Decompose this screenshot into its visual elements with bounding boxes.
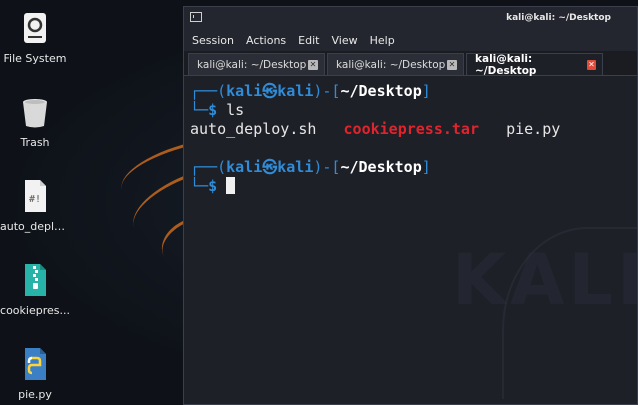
kali-watermark: KALI bbox=[451, 239, 638, 321]
prompt-mid: )-[ bbox=[313, 158, 341, 176]
close-icon[interactable]: ✕ bbox=[447, 59, 457, 70]
menu-help[interactable]: Help bbox=[370, 34, 395, 47]
prompt-path: ~/Desktop bbox=[340, 82, 422, 100]
prompt-branch: └─ bbox=[190, 177, 209, 195]
tab-bar: kali@kali: ~/Desktop ✕ kali@kali: ~/Desk… bbox=[184, 51, 637, 77]
prompt-path: ~/Desktop bbox=[340, 158, 422, 176]
desktop-icon-auto-deploy[interactable]: #! auto_deplo... bbox=[0, 178, 70, 233]
tab-1[interactable]: kali@kali: ~/Desktop ✕ bbox=[188, 53, 325, 75]
terminal-output[interactable]: ┌──(kali㉿kali)-[~/Desktop] └─$ ls auto_d… bbox=[184, 76, 637, 196]
menu-edit[interactable]: Edit bbox=[298, 34, 319, 47]
archive-file-icon bbox=[25, 264, 46, 296]
tab-label: kali@kali: ~/Desktop bbox=[475, 52, 537, 77]
prompt-close: ] bbox=[421, 158, 431, 176]
desktop-icon-cookiepress[interactable]: cookiepres... bbox=[0, 262, 70, 317]
command-line: └─$ ls bbox=[190, 101, 244, 119]
prompt-open: ┌──( bbox=[190, 82, 227, 100]
desktop: File System Trash #! auto_deplo... cooki… bbox=[0, 0, 638, 405]
prompt-user: kali㉿kali bbox=[226, 158, 314, 176]
terminal-icon bbox=[190, 12, 202, 22]
close-icon[interactable]: ✕ bbox=[308, 59, 318, 70]
prompt-user: kali㉿kali bbox=[226, 82, 314, 100]
prompt-close: ] bbox=[421, 82, 431, 100]
tab-label: kali@kali: ~/Desktop bbox=[197, 58, 307, 71]
python-file-icon bbox=[25, 348, 46, 380]
menu-session[interactable]: Session bbox=[192, 34, 234, 47]
prompt-dollar: $ bbox=[208, 177, 218, 195]
tab-3-active[interactable]: kali@kali: ~/Desktop ✕ bbox=[466, 52, 603, 77]
text-cursor bbox=[226, 177, 236, 194]
desktop-icon-file-system[interactable]: File System bbox=[0, 10, 70, 65]
desktop-icon-label: cookiepres... bbox=[0, 304, 70, 317]
menu-view[interactable]: View bbox=[331, 34, 357, 47]
desktop-icon-label: Trash bbox=[20, 136, 50, 149]
desktop-icon-pie-py[interactable]: pie.py bbox=[0, 346, 70, 401]
command-line: └─$ bbox=[190, 177, 236, 195]
tab-label: kali@kali: ~/Desktop bbox=[336, 58, 446, 71]
prompt-mid: )-[ bbox=[313, 82, 341, 100]
prompt-line: ┌──(kali㉿kali)-[~/Desktop] bbox=[190, 82, 431, 100]
desktop-icon-trash[interactable]: Trash bbox=[0, 94, 70, 149]
menu-actions[interactable]: Actions bbox=[246, 34, 286, 47]
prompt-dollar: $ bbox=[208, 101, 218, 119]
trash-icon bbox=[23, 99, 47, 128]
prompt-open: ┌──( bbox=[190, 158, 227, 176]
terminal-window[interactable]: kali@kali: ~/Desktop Session Actions Edi… bbox=[183, 6, 638, 405]
svg-text:#!: #! bbox=[29, 194, 41, 205]
title-bar[interactable]: kali@kali: ~/Desktop bbox=[184, 7, 637, 29]
desktop-icon-label: File System bbox=[3, 52, 67, 65]
ls-item-script: auto_deploy.sh bbox=[190, 120, 317, 138]
ls-output-line: auto_deploy.sh cookiepress.tar pie.py bbox=[190, 120, 560, 138]
prompt-line: ┌──(kali㉿kali)-[~/Desktop] bbox=[190, 158, 431, 176]
tab-2[interactable]: kali@kali: ~/Desktop ✕ bbox=[327, 53, 464, 75]
desktop-icon-label: auto_deplo... bbox=[0, 220, 70, 233]
prompt-branch: └─ bbox=[190, 101, 209, 119]
drive-icon bbox=[24, 13, 46, 43]
script-file-icon: #! bbox=[25, 180, 46, 212]
ls-item-python: pie.py bbox=[506, 120, 561, 138]
close-icon[interactable]: ✕ bbox=[586, 59, 596, 70]
command-text: ls bbox=[226, 101, 245, 119]
window-title: kali@kali: ~/Desktop bbox=[506, 13, 611, 23]
desktop-icon-label: pie.py bbox=[18, 388, 52, 401]
ls-item-archive: cookiepress.tar bbox=[343, 120, 479, 138]
menu-bar: Session Actions Edit View Help bbox=[184, 29, 637, 51]
